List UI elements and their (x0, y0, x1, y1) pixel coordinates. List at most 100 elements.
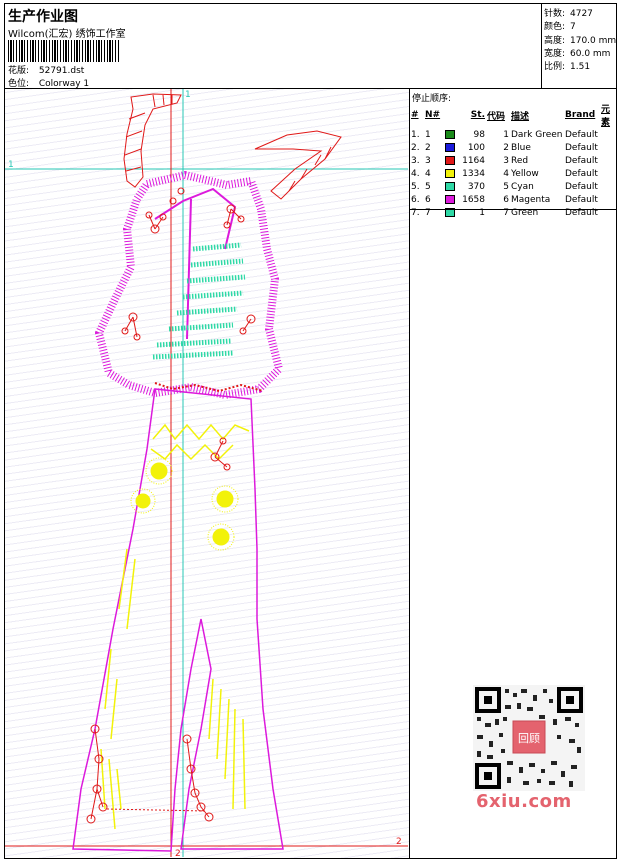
table-row: 1. 1 98 1 Dark Green Default (410, 128, 616, 141)
cell-element (600, 167, 616, 180)
stop-sequence-table: # N# St. 代码 描述 Brand 元素 1. 1 98 1 Dark Green… (410, 102, 616, 219)
cell-desc: Red (510, 154, 564, 167)
col-code: 代码 (487, 111, 506, 122)
col-needle: N# (425, 110, 441, 120)
stats-box: 针数: 4727 颜色: 7 高度: 170.0 mm 宽度: 60.0 mm 比例: 1… (541, 4, 617, 88)
cell-needle: 3 (424, 154, 444, 167)
cell-element (600, 154, 616, 167)
cell-brand: Default (564, 141, 600, 154)
cell-stitches: 370 (444, 180, 486, 193)
cell-element (600, 193, 616, 206)
cell-desc: Yellow (510, 167, 564, 180)
cell-needle: 1 (424, 128, 444, 141)
cell-index: 5. (410, 180, 424, 193)
cell-brand: Default (564, 193, 600, 206)
stat-colors: 颜色: 7 (544, 22, 576, 32)
sheet-title: 生产作业图 (8, 9, 78, 25)
qr-code-icon: 回顾 (475, 687, 583, 789)
color-swatch (445, 181, 455, 191)
cell-index-text: 2. (411, 142, 420, 153)
cell-element (600, 180, 616, 193)
sheet-header: 生产作业图 Wilcom(汇宏) 绣饰工作室 花版: 52791.dst 色位:… (5, 4, 616, 89)
cell-brand: Default (564, 180, 600, 193)
cell-desc-text: Blue (511, 142, 531, 153)
cell-desc: Magenta (510, 193, 564, 206)
qr-badge-text: 回顾 (518, 732, 540, 745)
stop-sequence-panel: 停止顺序: # N# St. 代码 描述 Brand 元素 1. 1 98 1 Dark… (410, 89, 616, 858)
cell-needle: 2 (424, 141, 444, 154)
table-row: 7. 7 1 7 Green Default (410, 206, 616, 219)
cell-needle: 4 (424, 167, 444, 180)
stat-stitches: 针数: 4727 (544, 9, 593, 19)
cell-desc: Cyan (510, 180, 564, 193)
table-row: 5. 5 370 5 Cyan Default (410, 180, 616, 193)
col-element: 元素 (601, 105, 611, 128)
color-swatch (445, 129, 455, 139)
cell-index: 7. (410, 206, 424, 219)
cell-code: 1 (486, 128, 510, 141)
table-header-row: # N# St. 代码 描述 Brand 元素 (410, 102, 616, 128)
embroidery-design-icon: 1 1 2 2 (5, 89, 408, 859)
cell-index-text: 5. (411, 181, 420, 192)
cell-index: 4. (410, 167, 424, 180)
cell-code-text: 4 (503, 168, 509, 179)
cell-code-text: 2 (503, 142, 509, 153)
color-swatch (445, 194, 455, 204)
cell-desc-text: Yellow (511, 168, 539, 179)
cell-brand-text: Default (565, 181, 598, 192)
color-swatch (445, 155, 455, 165)
cell-brand: Default (564, 167, 600, 180)
cell-index: 6. (410, 193, 424, 206)
marker-start-left: 1 (8, 160, 14, 170)
cell-code: 7 (486, 206, 510, 219)
cell-stitches: 1658 (444, 193, 486, 206)
cell-index-text: 4. (411, 168, 420, 179)
cell-needle-text: 5 (425, 181, 431, 192)
cell-index: 3. (410, 154, 424, 167)
cell-desc: Blue (510, 141, 564, 154)
cell-element (600, 128, 616, 141)
cell-stitches-text: 100 (467, 142, 485, 153)
cell-stitches: 100 (444, 141, 486, 154)
cell-needle-text: 2 (425, 142, 431, 153)
cell-brand: Default (564, 206, 600, 219)
cell-desc-text: Cyan (511, 181, 534, 192)
col-desc: 描述 (511, 111, 530, 122)
cell-stitches-text: 1334 (462, 168, 485, 179)
cell-desc-text: Magenta (511, 194, 551, 205)
stat-width: 宽度: 60.0 mm (544, 49, 611, 59)
cell-desc: Green (510, 206, 564, 219)
cell-stitches-text: 1658 (462, 194, 485, 205)
stat-height: 高度: 170.0 mm (544, 36, 617, 46)
cell-code: 6 (486, 193, 510, 206)
cell-brand-text: Default (565, 168, 598, 179)
cell-desc-text: Red (511, 155, 529, 166)
cell-index: 1. (410, 128, 424, 141)
col-index: # (411, 110, 419, 120)
cell-desc: Dark Green (510, 128, 564, 141)
cell-code: 3 (486, 154, 510, 167)
marker-start-top: 1 (185, 90, 191, 100)
cell-code: 4 (486, 167, 510, 180)
cell-needle: 6 (424, 193, 444, 206)
cell-element (600, 206, 616, 219)
cell-index-text: 1. (411, 129, 420, 140)
cell-brand-text: Default (565, 194, 598, 205)
cell-brand-text: Default (565, 155, 598, 166)
barcode (8, 40, 120, 62)
cell-needle-text: 4 (425, 168, 431, 179)
cell-stitches-text: 370 (467, 181, 485, 192)
marker-end-bottom: 2 (175, 849, 181, 857)
cell-stitches: 1164 (444, 154, 486, 167)
cell-desc-text: Dark Green (511, 129, 563, 140)
panel-divider (410, 209, 616, 210)
table-row: 4. 4 1334 4 Yellow Default (410, 167, 616, 180)
cell-code-text: 3 (503, 155, 509, 166)
col-stitches: St. (470, 110, 485, 120)
company-name: Wilcom(汇宏) 绣饰工作室 (8, 29, 126, 40)
qr-code: 回顾 (473, 685, 585, 791)
table-row: 6. 6 1658 6 Magenta Default (410, 193, 616, 206)
color-swatch (445, 142, 455, 152)
cell-code-text: 5 (503, 181, 509, 192)
production-sheet: 生产作业图 Wilcom(汇宏) 绣饰工作室 花版: 52791.dst 色位:… (4, 3, 617, 859)
